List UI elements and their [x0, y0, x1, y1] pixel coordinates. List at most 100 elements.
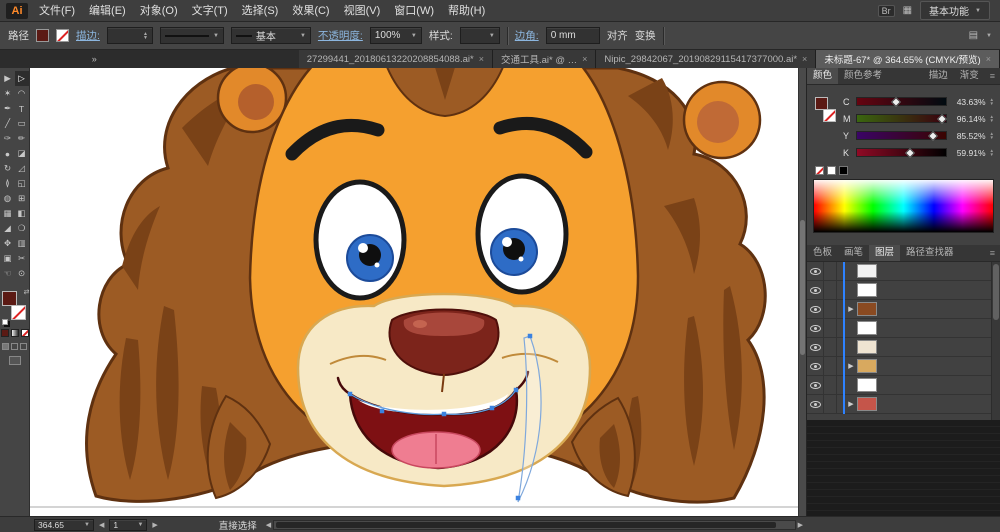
spinner-icon[interactable]: ▲▼ [990, 132, 994, 140]
artboard-tool[interactable]: ▣ [1, 251, 15, 266]
layer-thumbnail[interactable] [857, 359, 877, 373]
black-swatch[interactable] [839, 166, 848, 175]
shape-builder-tool[interactable]: ◍ [1, 191, 15, 206]
color-slider-knob[interactable] [891, 97, 901, 107]
gradient-tool[interactable]: ◧ [15, 206, 29, 221]
corner-input[interactable]: 0 mm [546, 27, 600, 44]
opacity-select[interactable]: 100% ▼ [370, 27, 422, 44]
color-slider-track[interactable] [856, 114, 947, 123]
menu-item[interactable]: 帮助(H) [441, 1, 492, 21]
menu-item[interactable]: 视图(V) [337, 1, 388, 21]
screen-mode-button[interactable] [9, 356, 21, 365]
scroll-left-icon[interactable]: ◀ [266, 521, 271, 529]
none-button[interactable] [21, 329, 29, 337]
lock-toggle[interactable] [824, 262, 837, 280]
panel-tab[interactable]: 色板 [807, 245, 838, 261]
layer-thumbnail[interactable] [857, 397, 877, 411]
panel-tab[interactable]: 颜色参考 [838, 68, 888, 84]
expand-arrow-icon[interactable]: ▶ [845, 400, 857, 408]
stroke-color-swatch[interactable] [11, 305, 26, 320]
panel-options-icon[interactable]: ▤ [969, 30, 978, 41]
canvas[interactable] [30, 68, 806, 516]
magic-wand-tool[interactable]: ✶ [1, 86, 15, 101]
perspective-grid-tool[interactable]: ⊞ [15, 191, 29, 206]
width-tool[interactable]: ≬ [1, 176, 15, 191]
tab-close-icon[interactable]: × [986, 54, 991, 64]
layer-thumbnail[interactable] [857, 264, 877, 278]
channel-value[interactable]: 96.14% [951, 114, 986, 124]
color-slider-knob[interactable] [928, 131, 938, 141]
layer-thumbnail[interactable] [857, 283, 877, 297]
panel-tab[interactable]: 颜色 [807, 68, 838, 84]
expand-arrow-icon[interactable]: ▶ [845, 362, 857, 370]
layers-scrollbar[interactable] [991, 262, 1000, 420]
lock-toggle[interactable] [824, 281, 837, 299]
lock-toggle[interactable] [824, 376, 837, 394]
vertical-scrollbar[interactable] [798, 68, 806, 516]
blend-tool[interactable]: ❍ [15, 221, 29, 236]
selection-tool[interactable]: ▶ [1, 71, 15, 86]
menu-item[interactable]: 对象(O) [133, 1, 185, 21]
brush-select[interactable]: 基本 ▼ [231, 27, 311, 44]
lock-toggle[interactable] [824, 395, 837, 413]
fill-color-swatch[interactable] [2, 291, 17, 306]
spinner-icon[interactable]: ▲▼ [990, 149, 994, 157]
blob-brush-tool[interactable]: ● [1, 146, 15, 161]
menu-item[interactable]: 编辑(E) [82, 1, 133, 21]
lasso-tool[interactable]: ◠ [15, 86, 29, 101]
panel-tab[interactable]: 画笔 [838, 245, 869, 261]
zoom-tool[interactable]: ⊙ [15, 266, 29, 281]
swap-colors-icon[interactable]: ⇄ [24, 288, 30, 296]
scrollbar-thumb[interactable] [800, 220, 805, 354]
none-swatch[interactable] [815, 166, 824, 175]
stroke-color-swatch[interactable] [823, 109, 836, 122]
draw-normal-button[interactable] [2, 343, 9, 350]
scrollbar-track[interactable] [273, 520, 795, 530]
menu-item[interactable]: 选择(S) [235, 1, 286, 21]
tab-close-icon[interactable]: × [802, 54, 807, 64]
corner-label[interactable]: 边角: [515, 28, 539, 43]
type-tool[interactable]: T [15, 101, 29, 116]
visibility-toggle[interactable] [807, 395, 824, 413]
right-ear[interactable] [684, 82, 760, 158]
arrange-documents-icon[interactable]: ▦ [903, 5, 912, 16]
layer-row[interactable]: ▶ [807, 376, 1000, 395]
visibility-toggle[interactable] [807, 357, 824, 375]
symbol-sprayer-tool[interactable]: ✥ [1, 236, 15, 251]
draw-inside-button[interactable] [20, 343, 27, 350]
opacity-label[interactable]: 不透明度: [318, 28, 363, 43]
left-ear[interactable] [218, 68, 286, 132]
panel-menu-icon[interactable]: ≡ [985, 248, 1000, 258]
channel-value[interactable]: 85.52% [951, 131, 986, 141]
scroll-right-icon[interactable]: ▶ [798, 521, 803, 529]
expand-arrow-icon[interactable]: ▶ [845, 305, 857, 313]
draw-behind-button[interactable] [11, 343, 18, 350]
eraser-tool[interactable]: ◪ [15, 146, 29, 161]
lock-toggle[interactable] [824, 357, 837, 375]
document-tab[interactable]: Nipic_29842067_20190829115417377000.ai* … [596, 50, 816, 68]
lion-illustration[interactable] [30, 68, 806, 516]
layer-row[interactable]: ▶ [807, 395, 1000, 414]
zoom-select[interactable]: 364.65 ▼ [34, 519, 94, 531]
document-tab[interactable]: 未标题-67* @ 364.65% (CMYK/预览) × [816, 50, 1000, 68]
document-tab[interactable]: 交通工具.ai* @ … × [493, 50, 596, 68]
next-artboard-button[interactable]: ▶ [152, 521, 157, 529]
color-button[interactable] [1, 329, 9, 337]
menu-item[interactable]: 文字(T) [185, 1, 235, 21]
layer-row[interactable]: ▶ [807, 300, 1000, 319]
artboard-input[interactable]: 1 ▼ [109, 519, 147, 531]
scrollbar-thumb[interactable] [993, 264, 999, 320]
menu-item[interactable]: 窗口(W) [387, 1, 441, 21]
prev-artboard-button[interactable]: ◀ [99, 521, 104, 529]
layer-thumbnail[interactable] [857, 321, 877, 335]
tab-overflow-icon[interactable]: » [88, 54, 101, 64]
color-spectrum[interactable] [813, 179, 994, 233]
channel-value[interactable]: 59.91% [951, 148, 986, 158]
scale-tool[interactable]: ◿ [15, 161, 29, 176]
menu-item[interactable]: 效果(C) [285, 1, 336, 21]
tab-close-icon[interactable]: × [582, 54, 587, 64]
align-button[interactable]: 对齐 [607, 28, 628, 43]
mesh-tool[interactable]: ▦ [1, 206, 15, 221]
lock-toggle[interactable] [824, 319, 837, 337]
eyedropper-tool[interactable]: ◢ [1, 221, 15, 236]
